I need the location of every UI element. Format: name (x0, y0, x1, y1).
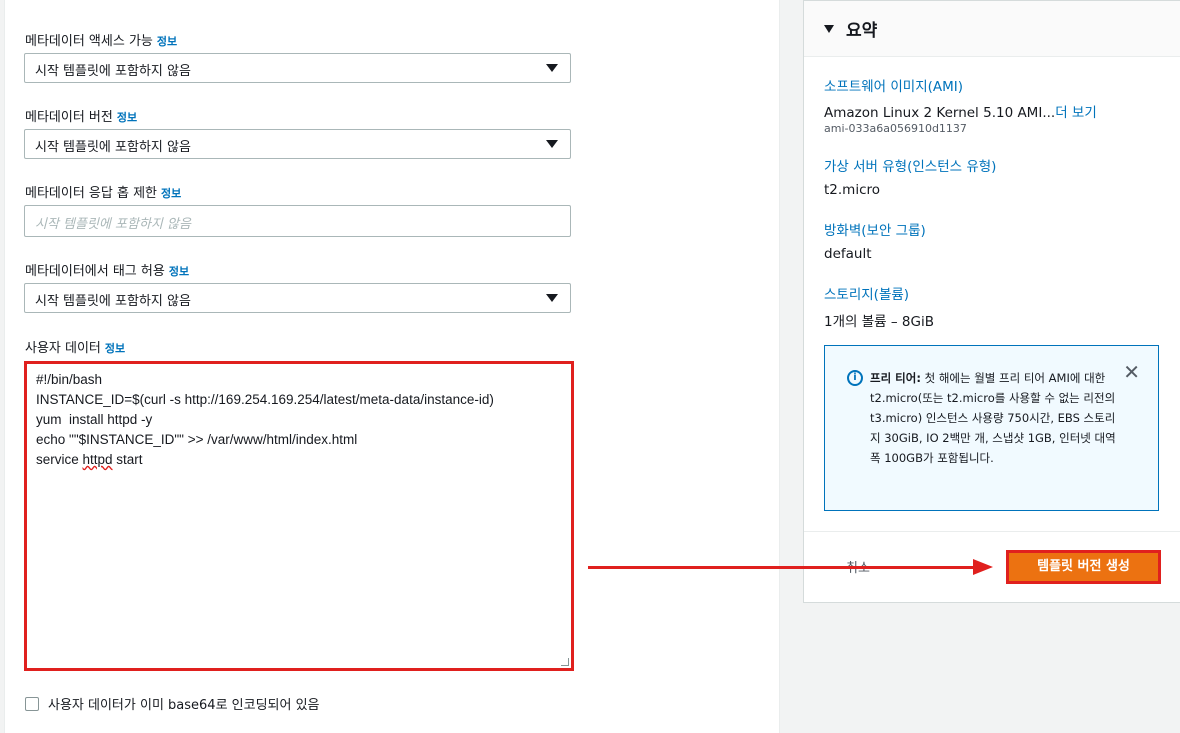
summary-panel: 요약 소프트웨어 이미지(AMI) Amazon Linux 2 Kernel … (803, 0, 1180, 603)
free-tier-alert: i ✕ 프리 티어: 첫 해에는 월별 프리 티어 AMI에 대한 t2.mic… (824, 345, 1159, 511)
form-panel: 메타데이터 액세스 가능 정보 시작 템플릿에 포함하지 않음 메타데이터 버전 정… (4, 0, 780, 733)
more-link[interactable]: 더 보기 (1055, 105, 1097, 121)
info-link[interactable]: 정보 (157, 35, 177, 48)
storage-link[interactable]: 스토리지(볼륨) (824, 283, 909, 303)
code-line: yum install httpd -y (36, 412, 153, 427)
ami-link[interactable]: 소프트웨어 이미지(AMI) (824, 75, 963, 95)
info-link[interactable]: 정보 (161, 187, 181, 200)
spellcheck-word: httpd (82, 452, 113, 467)
metadata-tags-select[interactable]: 시작 템플릿에 포함하지 않음 (24, 283, 571, 313)
annotation-arrow-head (973, 559, 993, 575)
base64-checkbox-row[interactable]: 사용자 데이터가 이미 base64로 인코딩되어 있음 (25, 694, 320, 713)
metadata-version-label: 메타데이터 버전 정보 (25, 110, 138, 125)
summary-header[interactable]: 요약 (804, 1, 1180, 57)
metadata-hop-limit-label: 메타데이터 응답 홉 제한 정보 (25, 186, 182, 201)
ami-id: ami-033a6a056910d1137 (824, 122, 967, 135)
code-line: service httpd start (36, 452, 143, 467)
free-tier-text: 첫 해에는 월별 프리 티어 AMI에 대한 t2.micro(또는 t2.mi… (870, 371, 1116, 465)
resize-handle[interactable] (561, 658, 569, 666)
ami-value: Amazon Linux 2 Kernel 5.10 AMI...더 보기 (824, 105, 1097, 121)
info-link[interactable]: 정보 (117, 111, 137, 124)
caret-down-icon (824, 24, 834, 33)
footer-divider (804, 531, 1180, 532)
metadata-access-select[interactable]: 시작 템플릿에 포함하지 않음 (24, 53, 571, 83)
free-tier-title: 프리 티어: (870, 371, 921, 385)
instance-type-link[interactable]: 가상 서버 유형(인스턴스 유형) (824, 155, 996, 175)
info-link[interactable]: 정보 (105, 342, 125, 355)
code-line: #!/bin/bash (36, 372, 103, 387)
code-line: INSTANCE_ID=$(curl -s http://169.254.169… (36, 392, 494, 407)
metadata-access-label: 메타데이터 액세스 가능 정보 (25, 34, 178, 49)
metadata-tags-label: 메타데이터에서 태그 허용 정보 (25, 264, 190, 279)
create-template-version-button[interactable]: 템플릿 버전 생성 (1006, 550, 1161, 584)
info-link[interactable]: 정보 (169, 265, 189, 278)
close-icon[interactable]: ✕ (1123, 362, 1140, 382)
checkbox[interactable] (25, 696, 39, 711)
instance-type-value: t2.micro (824, 182, 881, 198)
user-data-textarea[interactable]: #!/bin/bash INSTANCE_ID=$(curl -s http:/… (24, 361, 574, 671)
firewall-value: default (824, 246, 872, 262)
caret-down-icon (546, 294, 558, 302)
caret-down-icon (546, 140, 558, 148)
info-icon: i (847, 370, 863, 386)
code-line: echo ""$INSTANCE_ID"" >> /var/www/html/i… (36, 432, 358, 447)
metadata-version-select[interactable]: 시작 템플릿에 포함하지 않음 (24, 129, 571, 159)
firewall-link[interactable]: 방화벽(보안 그룹) (824, 219, 926, 239)
caret-down-icon (546, 64, 558, 72)
metadata-hop-limit-input[interactable]: 시작 템플릿에 포함하지 않음 (24, 205, 571, 237)
storage-value: 1개의 볼륨 – 8GiB (824, 314, 934, 330)
user-data-label: 사용자 데이터 정보 (25, 341, 126, 356)
annotation-arrow (588, 566, 978, 569)
